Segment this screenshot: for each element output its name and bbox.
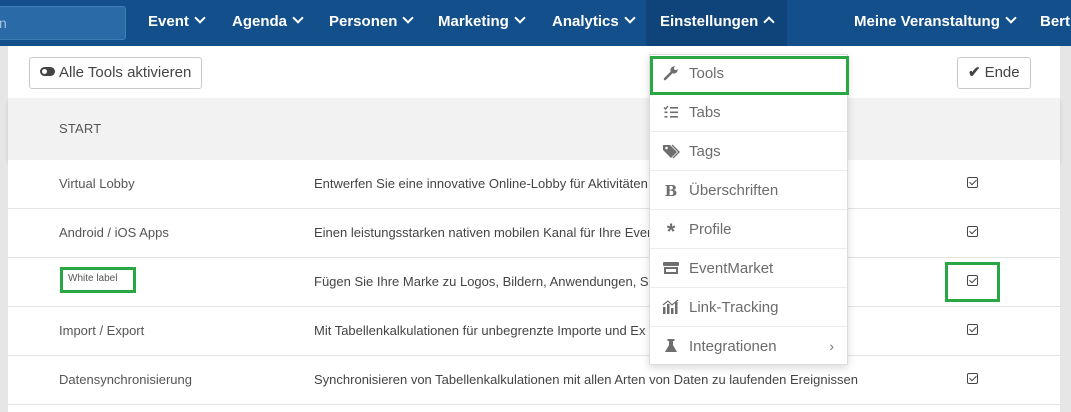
menu-item-profile[interactable]: * Profile	[650, 211, 847, 249]
tool-checkbox[interactable]	[967, 373, 978, 384]
nav-meine-veranstaltung-label: Meine Veranstaltung	[854, 13, 1000, 30]
tool-checkbox[interactable]	[967, 177, 978, 188]
asterisk-icon: *	[666, 219, 676, 244]
nav-event-label: Event	[148, 13, 189, 30]
menu-item-label: Tabs	[689, 104, 721, 121]
check-icon: ✔	[968, 64, 981, 81]
menu-item-ueberschriften[interactable]: B Überschriften	[650, 172, 847, 210]
nav-marketing-label: Marketing	[438, 13, 509, 30]
tool-description: Synchronisieren von Tabellenkalkulatione…	[314, 372, 858, 387]
tool-name: Import / Export	[59, 323, 145, 338]
menu-item-label: EventMarket	[689, 260, 774, 277]
table-row: Import / Export Mit Tabellenkalkulatione…	[8, 307, 1060, 356]
tool-name: Datensynchronisierung	[59, 372, 192, 387]
menu-item-integrationen[interactable]: Integrationen ›	[650, 328, 847, 366]
menu-item-label: Tags	[689, 143, 721, 160]
menu-item-label: Profile	[689, 221, 732, 238]
tool-name: Virtual Lobby	[59, 176, 135, 191]
end-button[interactable]: ✔ Ende	[957, 57, 1031, 89]
nav-meine-veranstaltung[interactable]: Meine Veranstaltung	[854, 0, 1017, 46]
panel-toolbar: Alle Tools aktivieren ✔ Ende	[8, 46, 1060, 98]
chart-bars-icon	[662, 299, 680, 317]
chevron-down-icon	[514, 12, 526, 24]
top-navigation-bar: n Event Agenda Personen Marketing Analyt…	[0, 0, 1071, 46]
chevron-down-icon	[1005, 12, 1017, 24]
menu-item-label: Überschriften	[689, 182, 779, 199]
menu-item-label: Link-Tracking	[689, 299, 779, 316]
nav-personen-label: Personen	[329, 13, 398, 30]
table-row: Android / iOS Apps Einen leistungsstarke…	[8, 209, 1060, 258]
menu-item-tags[interactable]: Tags	[650, 133, 847, 171]
menu-item-label: Integrationen	[689, 338, 777, 355]
tool-checkbox[interactable]	[967, 324, 978, 335]
tags-icon	[662, 143, 680, 161]
search-input[interactable]: n	[0, 6, 126, 40]
section-header: START	[8, 98, 1060, 160]
tools-highlight	[650, 56, 849, 95]
table-row: Virtual Lobby Entwerfen Sie eine innovat…	[8, 160, 1060, 209]
tools-panel: Alle Tools aktivieren ✔ Ende START Virtua…	[8, 46, 1060, 412]
section-title: START	[59, 121, 102, 136]
checkbox-highlight	[945, 262, 1000, 302]
chevron-down-icon	[624, 12, 636, 24]
chevron-down-icon	[402, 12, 415, 24]
store-icon	[662, 260, 680, 278]
nav-event[interactable]: Event	[148, 0, 206, 46]
activate-all-tools-label: Alle Tools aktivieren	[59, 64, 192, 81]
table-row: Datensynchronisierung Synchronisieren vo…	[8, 356, 1060, 405]
nav-agenda[interactable]: Agenda	[232, 0, 304, 46]
nav-agenda-label: Agenda	[232, 13, 288, 30]
bold-icon: B	[664, 182, 678, 200]
nav-analytics-label: Analytics	[552, 13, 619, 30]
nav-user[interactable]: Bert	[1040, 0, 1070, 46]
tool-name: Android / iOS Apps	[59, 225, 169, 240]
nav-analytics[interactable]: Analytics	[552, 0, 636, 46]
nav-user-label: Bert	[1040, 13, 1071, 30]
end-button-label: Ende	[984, 64, 1020, 81]
menu-item-eventmarket[interactable]: EventMarket	[650, 250, 847, 288]
chevron-right-icon: ›	[829, 338, 834, 354]
tool-checkbox[interactable]	[967, 226, 978, 237]
nav-personen[interactable]: Personen	[329, 0, 415, 46]
activate-all-tools-button[interactable]: Alle Tools aktivieren	[29, 57, 203, 89]
toggle-icon	[40, 67, 55, 76]
nav-einstellungen[interactable]: Einstellungen	[646, 0, 788, 46]
chevron-down-icon	[194, 12, 206, 24]
menu-item-tabs[interactable]: Tabs	[650, 94, 847, 132]
nav-einstellungen-label: Einstellungen	[660, 13, 759, 30]
chevron-down-icon	[292, 12, 304, 24]
list-check-icon	[662, 104, 680, 122]
white-label-highlight	[60, 267, 136, 293]
flask-icon	[662, 338, 680, 356]
table-row: White label Fügen Sie Ihre Marke zu Logo…	[8, 258, 1060, 307]
chevron-up-icon	[763, 16, 776, 28]
settings-dropdown-menu: Tools Tabs Tags B Überschriften * Profil…	[649, 54, 848, 365]
menu-item-link-tracking[interactable]: Link-Tracking	[650, 289, 847, 327]
nav-marketing[interactable]: Marketing	[438, 0, 526, 46]
